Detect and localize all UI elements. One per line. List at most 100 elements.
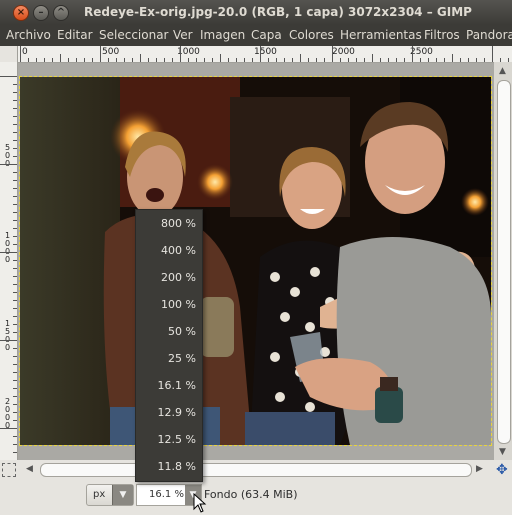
scroll-left-icon[interactable]: ◀ xyxy=(26,464,33,474)
ruler-label: 2000 xyxy=(332,47,355,57)
mouse-cursor-icon xyxy=(193,493,207,513)
ruler-tick xyxy=(13,140,17,141)
zoom-option[interactable]: 12.9 % xyxy=(140,406,196,419)
zoom-option[interactable]: 800 % xyxy=(140,217,196,230)
ruler-tick xyxy=(13,396,17,397)
close-icon[interactable]: × xyxy=(13,5,29,21)
unit-selector[interactable]: px ▼ xyxy=(86,484,134,506)
ruler-tick xyxy=(452,54,453,62)
chevron-down-icon[interactable]: ▼ xyxy=(112,485,133,505)
ruler-tick xyxy=(13,212,17,213)
menu-archivo[interactable]: Archivo xyxy=(6,28,51,42)
ruler-tick xyxy=(260,46,261,62)
ruler-tick xyxy=(13,404,17,405)
ruler-label: 0 xyxy=(22,47,28,57)
scroll-down-icon[interactable]: ▼ xyxy=(499,447,506,457)
ruler-tick xyxy=(13,436,17,437)
ruler-tick xyxy=(212,58,213,62)
navigate-icon[interactable]: ✥ xyxy=(496,462,508,478)
ruler-label: 500 xyxy=(102,47,120,57)
title-bar: × – ^ Redeye-Ex-orig.jpg-20.0 (RGB, 1 ca… xyxy=(0,0,512,25)
ruler-tick xyxy=(324,58,325,62)
zoom-option[interactable]: 16.1 % xyxy=(140,379,196,392)
quick-mask-icon[interactable] xyxy=(2,463,16,477)
ruler-tick xyxy=(13,356,17,357)
menu-imagen[interactable]: Imagen xyxy=(200,28,245,42)
ruler-tick xyxy=(13,388,17,389)
menu-bar: Archivo Editar Seleccionar Ver Imagen Ca… xyxy=(0,25,512,46)
ruler-tick xyxy=(13,180,17,181)
menu-colores[interactable]: Colores xyxy=(289,28,334,42)
ruler-top[interactable]: 0 500 1000 1500 2000 2500 xyxy=(18,46,512,63)
unit-value: px xyxy=(93,489,106,500)
ruler-tick xyxy=(13,108,17,109)
ruler-tick xyxy=(180,46,181,62)
zoom-option[interactable]: 50 % xyxy=(140,325,196,338)
ruler-tick xyxy=(420,58,421,62)
ruler-tick xyxy=(124,58,125,62)
ruler-tick xyxy=(13,420,17,421)
ruler-tick xyxy=(332,46,333,62)
zoom-option[interactable]: 25 % xyxy=(140,352,196,365)
zoom-option[interactable]: 100 % xyxy=(140,298,196,311)
ruler-tick xyxy=(380,58,381,62)
ruler-tick xyxy=(0,340,17,341)
zoom-option[interactable]: 12.5 % xyxy=(140,433,196,446)
layer-info: Fondo (63.4 MiB) xyxy=(204,488,298,501)
menu-filtros[interactable]: Filtros xyxy=(424,28,460,42)
ruler-tick xyxy=(492,46,493,62)
ruler-left[interactable]: 500 1000 1500 2000 xyxy=(0,62,18,460)
ruler-tick xyxy=(84,58,85,62)
ruler-label: 1000 xyxy=(4,231,11,264)
scroll-up-icon[interactable]: ▲ xyxy=(499,66,506,76)
menu-editar[interactable]: Editar xyxy=(57,28,93,42)
minimize-icon[interactable]: – xyxy=(33,5,49,21)
zoom-option[interactable]: 11.8 % xyxy=(140,460,196,473)
canvas-area[interactable] xyxy=(18,63,494,460)
vertical-scrollbar[interactable]: ▲ ▼ xyxy=(494,62,512,460)
ruler-tick xyxy=(13,268,17,269)
ruler-tick xyxy=(44,58,45,62)
menu-capa[interactable]: Capa xyxy=(251,28,282,42)
ruler-tick xyxy=(13,292,17,293)
ruler-tick xyxy=(340,58,341,62)
ruler-label: 1500 xyxy=(4,319,11,352)
maximize-icon[interactable]: ^ xyxy=(53,5,69,21)
ruler-tick xyxy=(300,54,301,62)
ruler-tick xyxy=(172,58,173,62)
ruler-label: 1500 xyxy=(254,47,277,57)
ruler-tick xyxy=(220,54,221,62)
scroll-right-icon[interactable]: ▶ xyxy=(476,464,483,474)
ruler-label: 2500 xyxy=(410,47,433,57)
ruler-corner[interactable] xyxy=(0,46,18,63)
ruler-tick xyxy=(444,58,445,62)
ruler-tick xyxy=(60,54,61,62)
ruler-tick xyxy=(20,46,21,62)
horizontal-scroll-trough[interactable] xyxy=(40,463,472,477)
menu-pandora[interactable]: Pandora xyxy=(466,28,512,42)
ruler-tick xyxy=(13,260,17,261)
ruler-tick xyxy=(13,412,17,413)
zoom-option[interactable]: 200 % xyxy=(140,271,196,284)
ruler-tick xyxy=(13,188,17,189)
ruler-tick xyxy=(308,58,309,62)
ruler-tick xyxy=(13,380,17,381)
ruler-tick xyxy=(236,58,237,62)
menu-seleccionar[interactable]: Seleccionar xyxy=(99,28,168,42)
horizontal-scrollbar[interactable]: ◀ ▶ xyxy=(18,460,494,479)
image-canvas[interactable] xyxy=(19,76,492,446)
ruler-tick xyxy=(13,156,17,157)
photo xyxy=(20,77,491,445)
menu-ver[interactable]: Ver xyxy=(173,28,193,42)
ruler-tick xyxy=(156,58,157,62)
ruler-tick xyxy=(13,132,17,133)
ruler-tick xyxy=(268,58,269,62)
vertical-scroll-trough[interactable] xyxy=(497,80,511,444)
ruler-tick xyxy=(484,58,485,62)
ruler-tick xyxy=(92,58,93,62)
ruler-tick xyxy=(292,58,293,62)
ruler-tick xyxy=(188,58,189,62)
zoom-option[interactable]: 400 % xyxy=(140,244,196,257)
ruler-tick xyxy=(436,58,437,62)
menu-herramientas[interactable]: Herramientas xyxy=(340,28,422,42)
